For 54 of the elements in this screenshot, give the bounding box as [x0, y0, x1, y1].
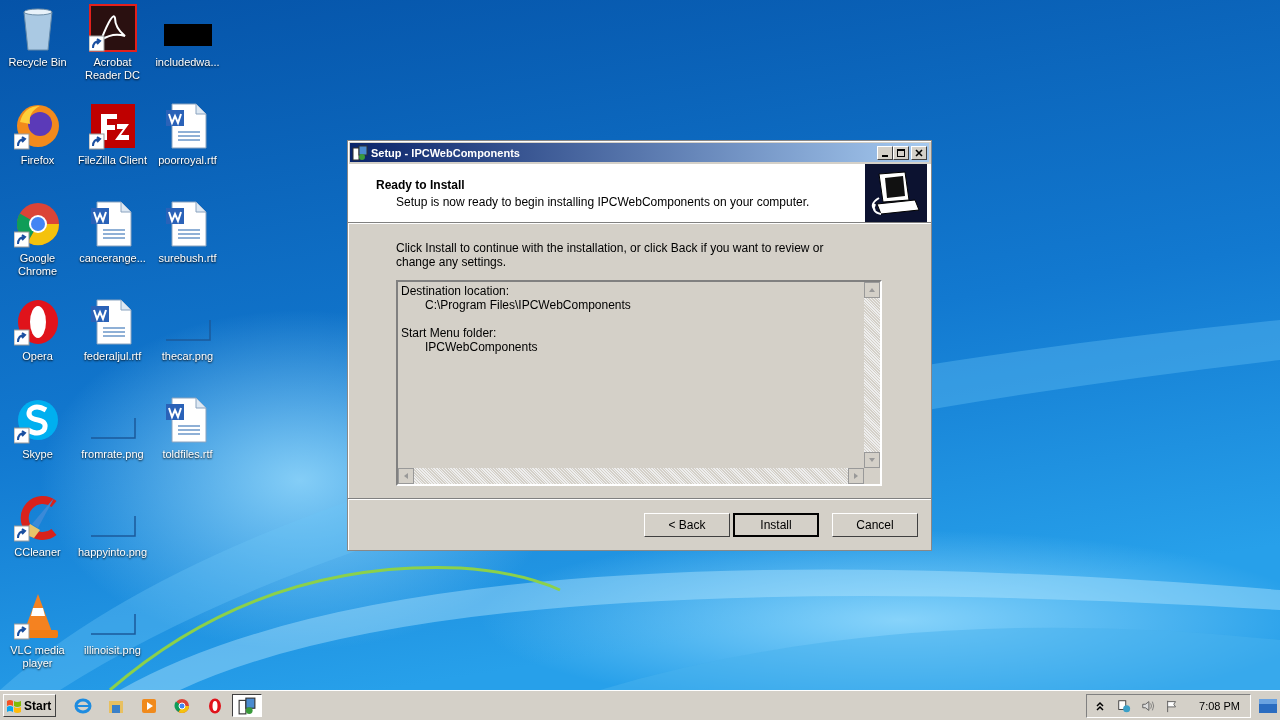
icon-label[interactable]: Recycle Bin: [8, 56, 67, 69]
window-title: Setup - IPCWebComponents: [371, 146, 521, 159]
browser-icon[interactable]: [13, 200, 62, 248]
vertical-scrollbar[interactable]: [864, 282, 880, 469]
clock[interactable]: 7:08 PM: [1199, 699, 1240, 712]
pdf-app-icon[interactable]: [88, 4, 137, 52]
browser-icon[interactable]: [13, 102, 62, 150]
close-icon: [914, 147, 924, 158]
dialog-button[interactable]: < Back: [644, 513, 730, 538]
show-desktop-icon[interactable]: [1259, 698, 1277, 713]
icon-label[interactable]: Skype: [22, 448, 53, 461]
icon-label[interactable]: cancerange...: [79, 252, 146, 265]
icon-label[interactable]: Acrobat Reader DC: [75, 56, 150, 82]
taskbar-button[interactable]: [232, 694, 263, 717]
minimize-icon: [882, 154, 888, 157]
summary-label: Start Menu folder:: [401, 326, 498, 341]
icon-label[interactable]: surebush.rtf: [158, 252, 217, 265]
minimize-button[interactable]: [877, 145, 893, 160]
scroll-up-icon[interactable]: [864, 282, 880, 299]
installer-icon: [352, 144, 368, 161]
dialog-button[interactable]: Install: [733, 513, 819, 538]
summary-label: Destination location:: [401, 284, 511, 299]
icon-label[interactable]: federaljul.rtf: [83, 350, 142, 363]
media-player-icon[interactable]: [140, 696, 159, 715]
start-button[interactable]: Start: [3, 694, 57, 717]
maximize-icon: [896, 147, 906, 158]
icon-label[interactable]: Google Chrome: [0, 252, 75, 278]
scroll-right-icon[interactable]: [848, 468, 864, 485]
icon-label[interactable]: thecar.png: [161, 350, 214, 363]
maximize-button[interactable]: [893, 145, 909, 160]
installer-icon: [238, 696, 257, 715]
icon-label[interactable]: illinoisit.png: [84, 644, 141, 657]
icon-label[interactable]: includedwa...: [155, 56, 220, 69]
dialog-button[interactable]: Cancel: [832, 513, 918, 538]
summary-value: IPCWebComponents: [424, 340, 539, 355]
page-heading: Ready to Install: [376, 177, 466, 192]
icon-label[interactable]: Firefox: [20, 154, 55, 167]
icon-label[interactable]: Opera: [22, 350, 53, 363]
network-icon[interactable]: [1117, 697, 1132, 714]
ftp-app-icon[interactable]: [88, 102, 137, 150]
page-subheading: Setup is now ready to begin installing IPCWebComponents on your computer.: [395, 194, 810, 209]
summary-value: C:\Program Files\IPCWebComponents: [424, 298, 632, 313]
horizontal-scrollbar[interactable]: [398, 468, 864, 485]
icon-label[interactable]: VLC media player: [0, 644, 75, 670]
scroll-left-icon[interactable]: [398, 468, 414, 485]
instruction-text: Click Install to continue with the installation, or click Back if you want to review or change any settings.: [396, 241, 825, 270]
icon-label[interactable]: fromrate.png: [81, 448, 144, 461]
windows-flag-icon: [6, 697, 22, 714]
icon-label[interactable]: FileZilla Client: [77, 154, 148, 167]
icon-label[interactable]: CCleaner: [14, 546, 61, 559]
close-button[interactable]: [911, 145, 927, 160]
icon-label[interactable]: poorroyal.rtf: [158, 154, 217, 167]
browser-icon[interactable]: [173, 696, 192, 715]
icon-label[interactable]: happyinto.png: [77, 546, 148, 559]
